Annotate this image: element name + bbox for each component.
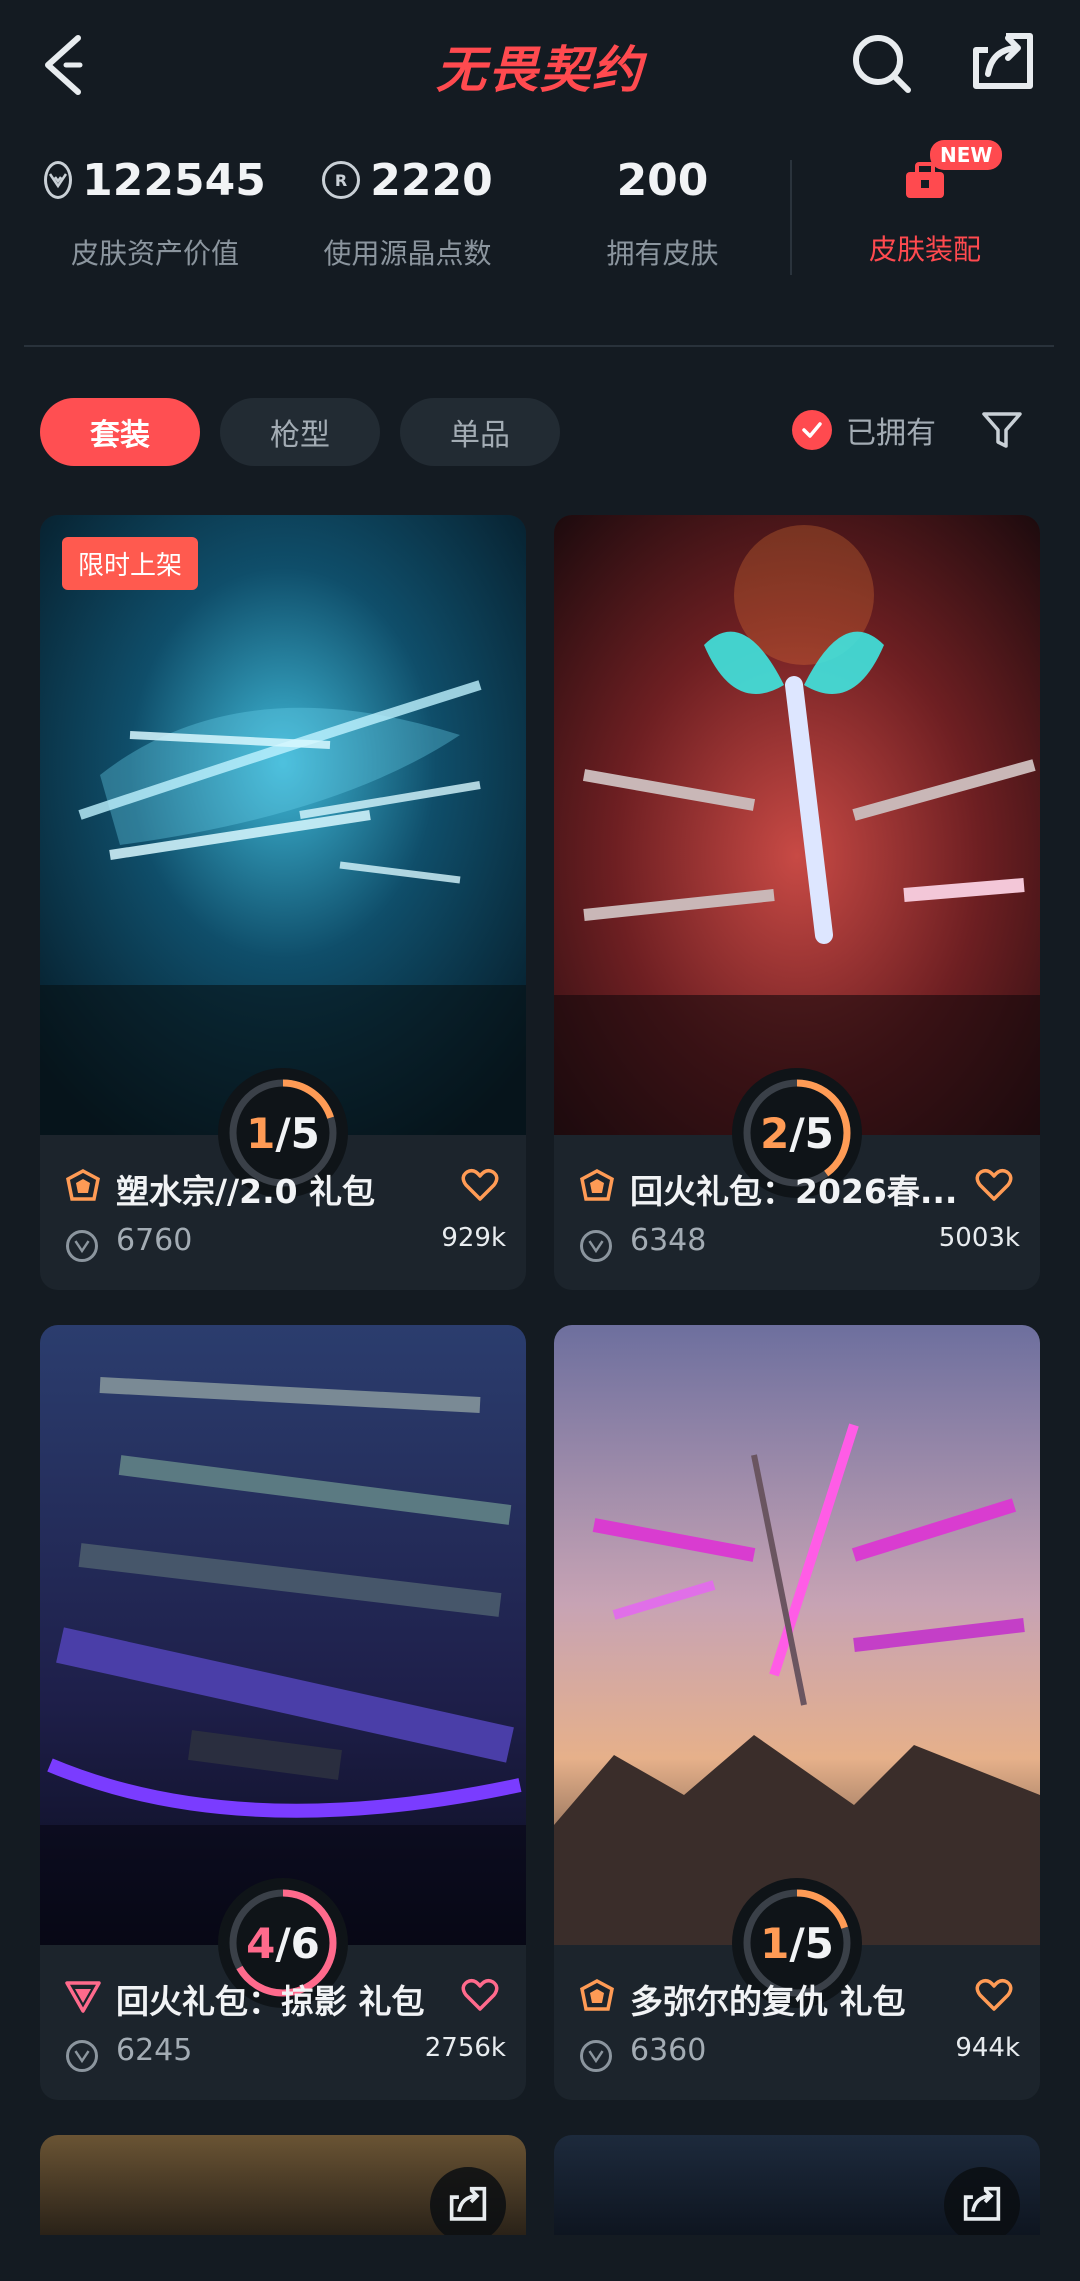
skin-equip-label: 皮肤装配	[868, 233, 981, 266]
share-icon	[963, 2186, 1001, 2221]
progress-total: 5	[804, 1108, 834, 1158]
divider	[790, 160, 792, 275]
heart-icon[interactable]	[460, 1165, 500, 1205]
heart-icon[interactable]	[974, 1975, 1014, 2015]
bundle-artwork	[40, 515, 526, 1135]
owned-label: 已拥有	[846, 416, 936, 451]
stat-value: 200	[616, 154, 709, 206]
bundle-card[interactable]: 4/6 回火礼包：掠影 礼包 6245 2756k	[40, 1325, 526, 2100]
bundle-name: 回火礼包：掠影 礼包	[116, 1982, 425, 2021]
vp-icon	[66, 1230, 98, 1262]
bundle-card[interactable]: 限时上架 1/5 塑水宗//2.0 礼包 6760 929k	[40, 515, 526, 1290]
share-icon	[973, 33, 1033, 89]
limited-time-badge: 限时上架	[62, 537, 199, 590]
svg-text:R: R	[335, 171, 347, 190]
vp-icon	[66, 2040, 98, 2072]
vp-icon	[580, 2040, 612, 2072]
app-title: 无畏契约	[436, 41, 644, 99]
bundle-name: 回火礼包：2026春...	[630, 1172, 958, 1211]
bundle-price: 6360	[630, 2033, 707, 2068]
tab-single-item[interactable]: 单品	[400, 398, 560, 466]
tab-bundles[interactable]: 套装	[40, 398, 200, 466]
progress-owned: 1	[760, 1918, 790, 1968]
heart-icon[interactable]	[974, 1165, 1014, 1205]
share-button[interactable]	[970, 30, 1036, 96]
check-icon	[792, 410, 832, 450]
tab-weapon-type[interactable]: 枪型	[220, 398, 380, 466]
search-button[interactable]	[850, 32, 914, 96]
share-button[interactable]	[430, 2167, 506, 2235]
filter-icon	[982, 412, 1022, 448]
heart-icon[interactable]	[460, 1975, 500, 2015]
bundle-artwork	[40, 1325, 526, 1945]
progress-total: 5	[804, 1918, 834, 1968]
vp-icon	[580, 1230, 612, 1262]
category-tabs: 套装 枪型 单品	[40, 398, 560, 466]
progress-owned: 2	[760, 1108, 790, 1158]
vp-icon	[44, 161, 73, 199]
stat-label: 使用源晶点数	[323, 237, 492, 270]
bundle-card[interactable]: 2/5 回火礼包：2026春... 6348 5003k	[554, 515, 1040, 1290]
stat-radianite: R 2220 使用源晶点数	[320, 150, 495, 272]
new-badge: NEW	[930, 140, 1003, 170]
stats-bar: 122545 皮肤资产价值 R 2220 使用源晶点数 200 拥有皮肤 皮肤装…	[0, 150, 1080, 290]
share-button[interactable]	[944, 2167, 1020, 2235]
like-count: 944k	[955, 2033, 1020, 2063]
bundle-artwork	[554, 515, 1040, 1135]
bundle-price: 6245	[116, 2033, 193, 2068]
stat-skin-value: 122545 皮肤资产价值	[44, 150, 266, 272]
stat-value: 122545	[82, 154, 266, 206]
progress-owned: 4	[246, 1918, 276, 1968]
owned-toggle[interactable]: 已拥有	[792, 408, 936, 452]
like-count: 2756k	[424, 2033, 506, 2063]
deluxe-tier-icon	[66, 1169, 100, 1201]
bundle-price: 6760	[116, 1223, 193, 1258]
bundle-price: 6348	[630, 1223, 707, 1258]
radianite-icon: R	[322, 161, 361, 199]
progress-owned: 1	[246, 1108, 276, 1158]
filter-button[interactable]	[980, 408, 1024, 452]
deluxe-tier-icon	[580, 1169, 614, 1201]
bundle-name: 塑水宗//2.0 礼包	[116, 1172, 376, 1211]
like-count: 5003k	[938, 1223, 1020, 1253]
stat-label: 皮肤资产价值	[70, 237, 239, 270]
premium-tier-icon	[65, 1981, 101, 2013]
bundle-card[interactable]	[40, 2135, 526, 2235]
bundle-card[interactable]	[554, 2135, 1040, 2235]
bundle-card[interactable]: 1/5 多弥尔的复仇 礼包 6360 944k	[554, 1325, 1040, 2100]
share-icon	[449, 2186, 487, 2221]
stat-owned-skins: 200 拥有皮肤	[590, 150, 735, 272]
divider	[24, 345, 1054, 347]
stat-label: 拥有皮肤	[606, 237, 719, 270]
progress-total: 6	[290, 1918, 320, 1968]
bundle-artwork	[554, 1325, 1040, 1945]
search-icon	[853, 35, 911, 93]
top-app-bar: 无畏契约	[0, 0, 1080, 130]
bundle-name: 多弥尔的复仇 礼包	[630, 1982, 906, 2021]
stat-value: 2220	[370, 154, 493, 206]
like-count: 929k	[441, 1223, 506, 1253]
progress-total: 5	[290, 1108, 320, 1158]
deluxe-tier-icon	[580, 1979, 614, 2011]
